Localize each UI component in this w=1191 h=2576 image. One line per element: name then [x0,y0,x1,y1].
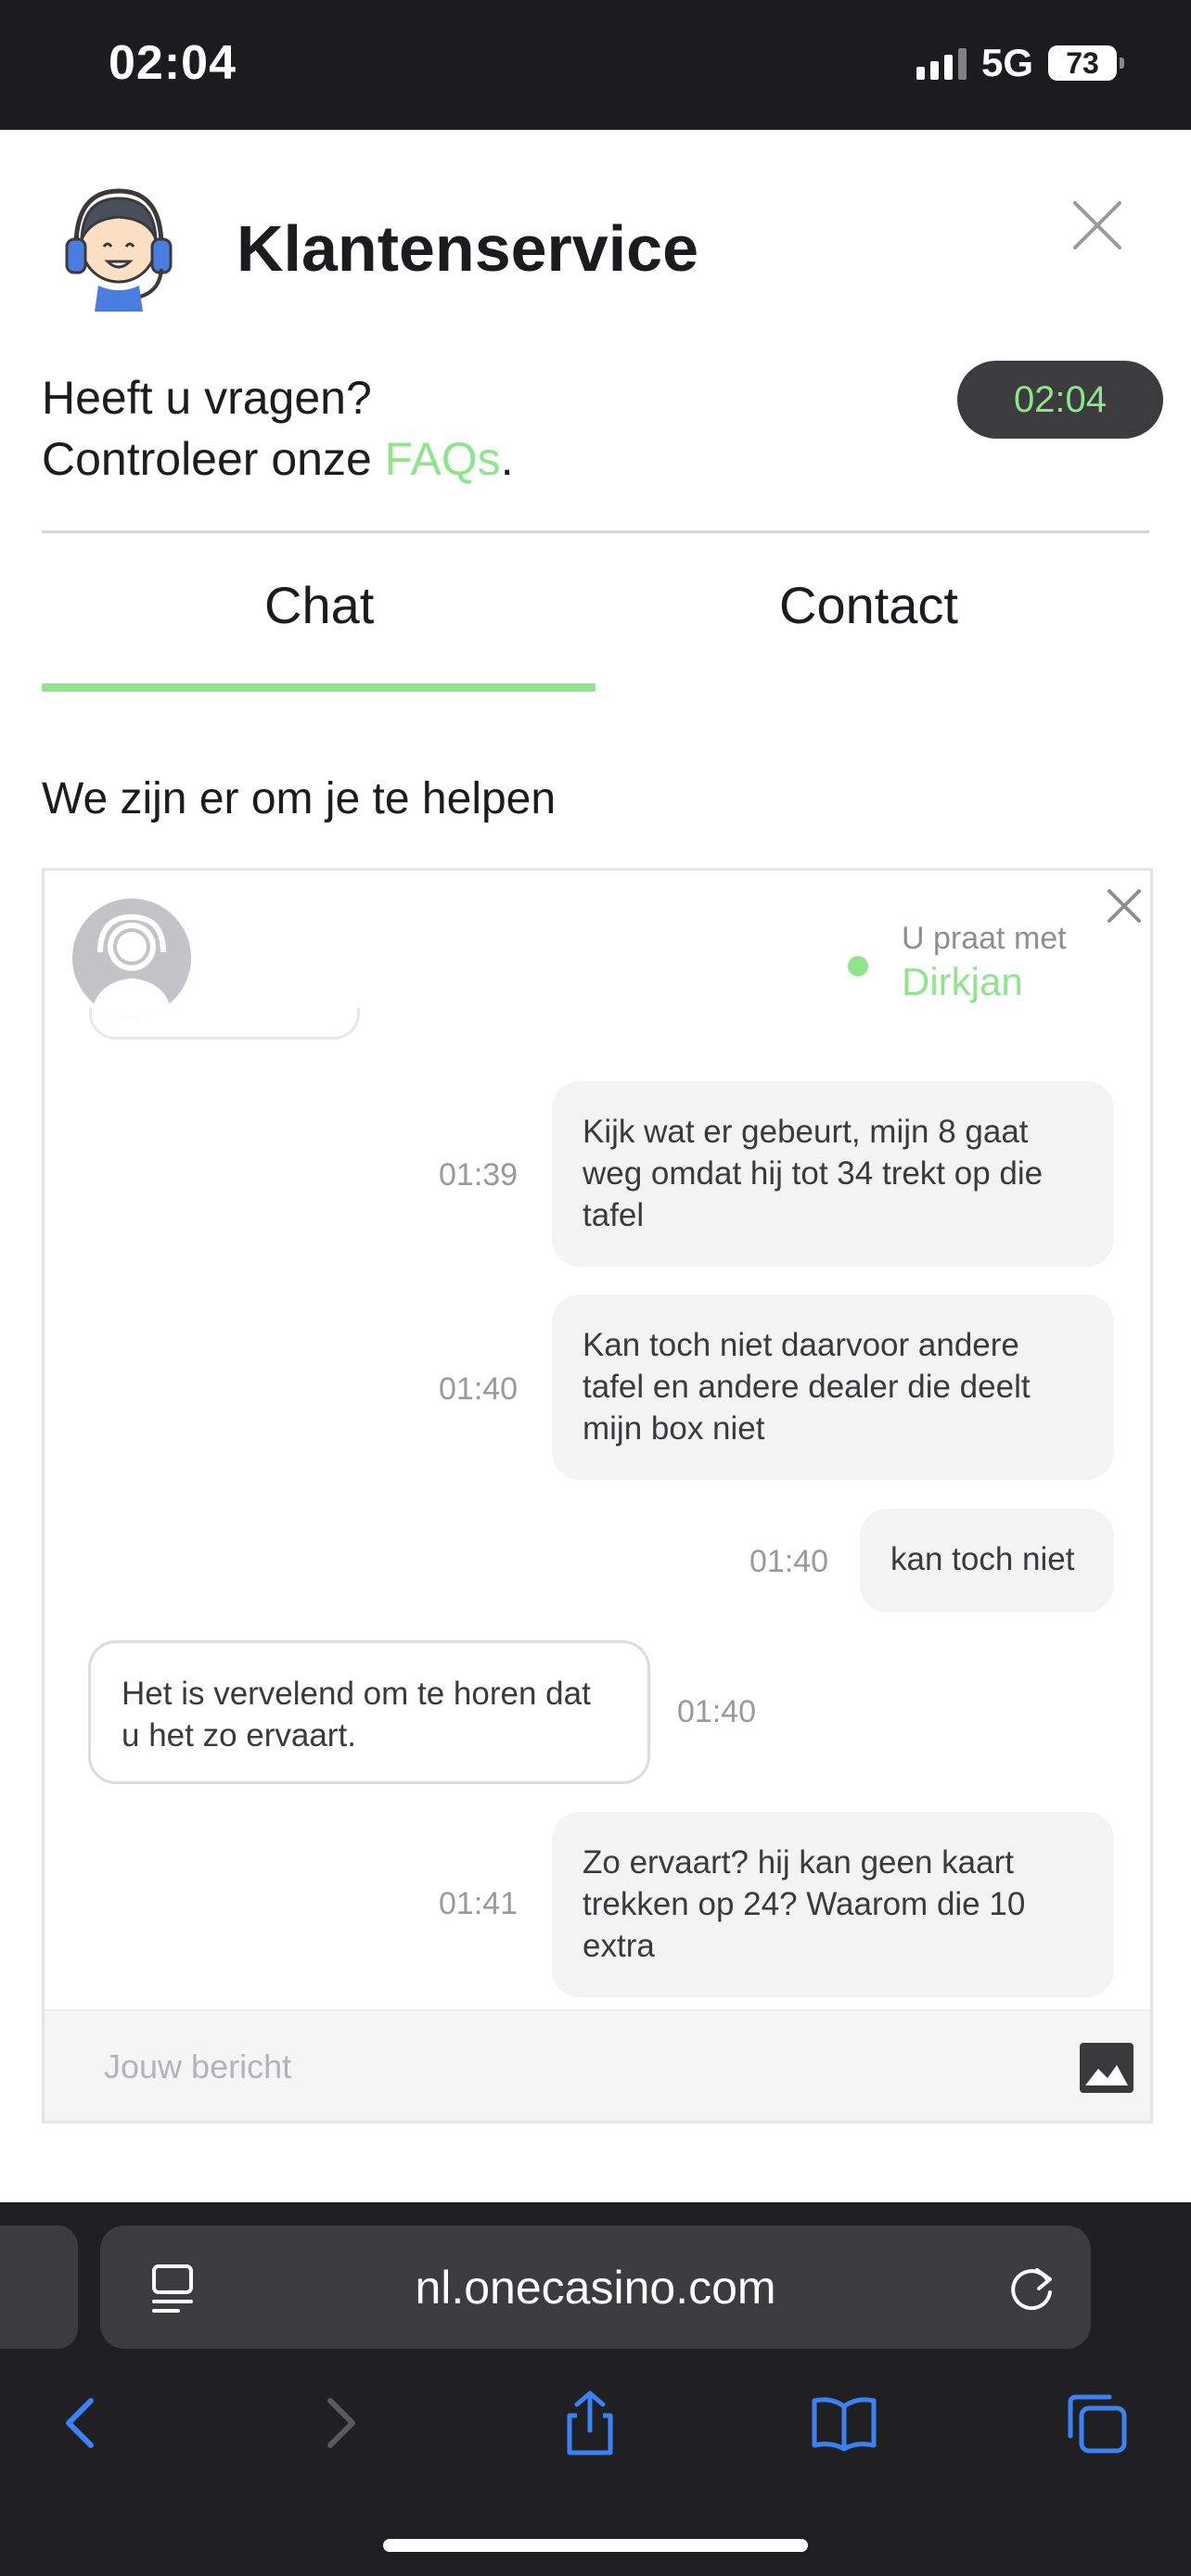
bookmarks-icon[interactable] [809,2388,879,2458]
status-bar: 02:04 5G 73 [0,0,1191,130]
message-outgoing: Kijk wat er gebeurt, mijn 8 gaat weg omd… [552,1081,1114,1267]
divider [42,530,1149,533]
close-icon[interactable] [1069,198,1125,253]
image-upload-icon[interactable] [1080,2043,1133,2093]
online-status-dot [848,956,868,976]
forward-icon[interactable] [304,2388,375,2458]
agent-avatar-icon [91,913,173,1017]
help-faq-line: Controleer onze FAQs. [42,428,514,490]
tab-chat[interactable]: Chat [264,575,374,635]
status-time: 02:04 [109,36,237,90]
help-text: Heeft u vragen? Controleer onze FAQs. [42,367,514,490]
tabs-icon[interactable] [1061,2388,1132,2458]
help-suffix: . [500,433,514,485]
section-heading: We zijn er om je te helpen [42,774,557,823]
message-outgoing: Zo ervaart? hij kan geen kaart trekken o… [552,1812,1114,1997]
message-time: 01:40 [749,1544,829,1579]
previous-tab-preview[interactable] [0,2225,78,2349]
tab-contact[interactable]: Contact [779,575,958,635]
signal-icon [916,46,967,80]
message-time: 01:40 [677,1694,757,1729]
page-title: Klantenservice [237,212,699,285]
battery-icon: 73 [1048,45,1124,81]
message-time: 01:41 [439,1886,519,1921]
browser-toolbar: nl.onecasino.com [0,2202,1191,2576]
chat-widget: U praat met Dirkjan 01:39 Kijk wat er ge… [42,868,1153,2123]
agent-name: Dirkjan [902,960,1023,1003]
message-outgoing: Kan toch niet daarvoor andere tafel en a… [552,1294,1114,1480]
talking-with-label: U praat met [902,921,1067,956]
status-indicators: 5G 73 [916,41,1124,85]
reload-icon[interactable] [1005,2261,1059,2315]
active-tab-indicator [42,683,596,692]
help-question: Heeft u vragen? [42,372,372,424]
message-outgoing: kan toch niet [860,1509,1114,1613]
message-composer [45,2009,1150,2121]
home-indicator [383,2539,808,2552]
back-icon[interactable] [46,2388,117,2458]
help-prefix: Controleer onze [42,433,385,485]
clock-badge: 02:04 [957,361,1163,439]
message-bubble-partial [89,1008,360,1039]
share-icon[interactable] [555,2388,625,2458]
message-incoming: Het is vervelend om te horen dat u het z… [88,1640,650,1784]
address-bar[interactable]: nl.onecasino.com [100,2225,1091,2349]
support-agent-icon [65,188,173,312]
close-chat-icon[interactable] [1104,886,1145,926]
faq-link[interactable]: FAQs [385,433,501,485]
battery-level: 73 [1066,45,1099,80]
network-type: 5G [980,41,1033,84]
url-text[interactable]: nl.onecasino.com [100,2225,1091,2349]
message-time: 01:40 [439,1371,519,1407]
agent-avatar [72,899,191,1017]
message-input[interactable] [104,2039,1031,2095]
message-time: 01:39 [439,1157,519,1192]
